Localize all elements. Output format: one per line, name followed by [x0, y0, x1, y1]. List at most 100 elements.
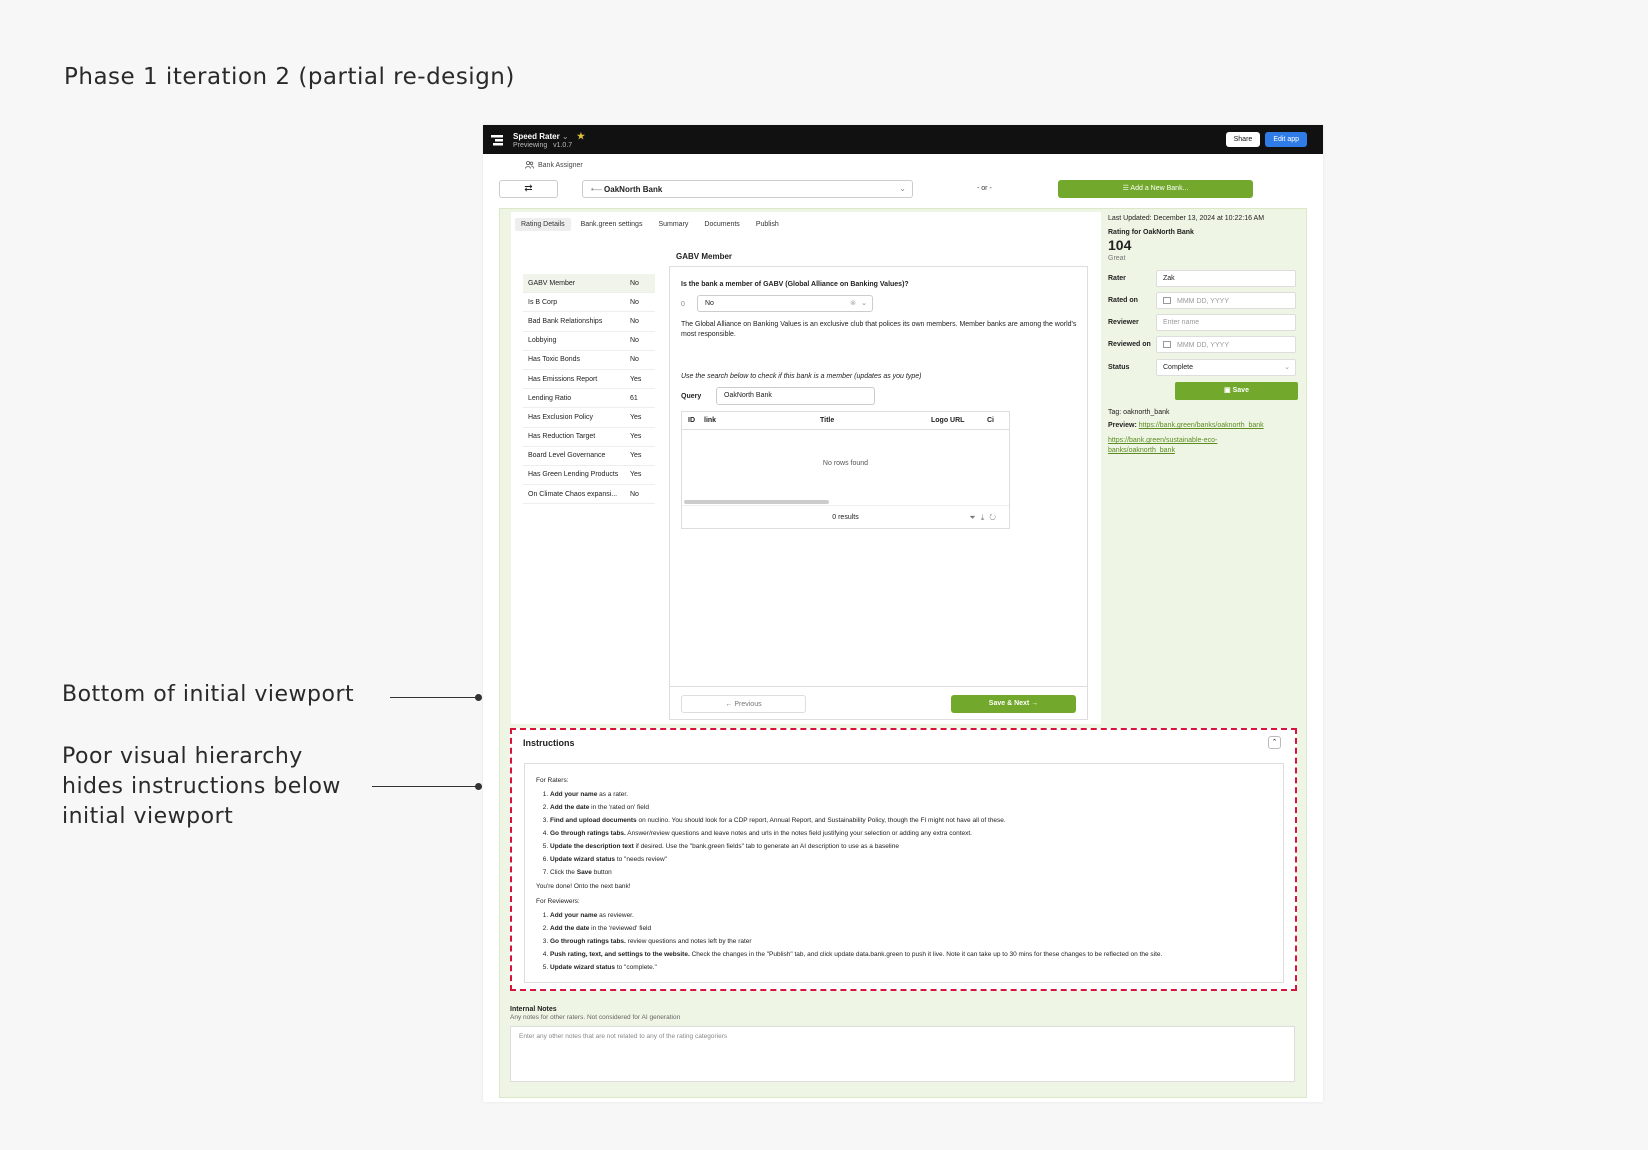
question-item[interactable]: Has Green Lending Products Yes: [523, 466, 655, 486]
question-item[interactable]: Has Toxic Bonds No: [523, 351, 655, 370]
question-item[interactable]: Lending Ratio 61: [523, 389, 655, 409]
chevron-down-icon: ⌄: [861, 300, 867, 307]
internal-notes-section: Internal Notes Any notes for other rater…: [510, 1006, 1297, 1082]
list-item: Update wizard status to "needs review": [550, 853, 1272, 866]
star-icon[interactable]: ★: [577, 131, 585, 141]
raters-steps: Add your name as a rater. Add the date i…: [536, 788, 1272, 879]
question-item[interactable]: On Climate Chaos expansi... No: [523, 485, 655, 505]
query-input[interactable]: OakNorth Bank: [716, 387, 875, 405]
question-item[interactable]: Has Emissions Report Yes: [523, 370, 655, 390]
card-title: GABV Member: [676, 252, 733, 261]
gabv-results-table: ID link Title Logo URL Ci No rows found …: [681, 411, 1010, 529]
list-item: Go through ratings tabs. review question…: [550, 935, 1272, 948]
collapse-icon[interactable]: ⌃: [1268, 736, 1281, 749]
question-item[interactable]: Board Level Governance Yes: [523, 447, 655, 466]
app-window: Speed Rater ⌄ ★ Previewing v1.0.7 Share …: [483, 125, 1323, 1102]
database-icon: ☰: [1122, 185, 1129, 192]
status-select[interactable]: Complete ⌄: [1156, 359, 1296, 376]
tab-summary[interactable]: Summary: [652, 218, 694, 231]
question-item[interactable]: Bad Bank Relationships No: [523, 312, 655, 332]
question-item[interactable]: Has Reduction Target Yes: [523, 428, 655, 447]
download-icon[interactable]: ⤓: [981, 513, 990, 522]
rating-score: 104: [1108, 237, 1132, 253]
chevron-down-icon: ⌄: [1284, 364, 1290, 371]
column-logo-url[interactable]: Logo URL: [931, 417, 964, 424]
column-id[interactable]: ID: [688, 417, 695, 424]
hierarchy-annotation-line: [372, 786, 478, 787]
app-title-block: Speed Rater ⌄ ★ Previewing v1.0.7: [513, 131, 585, 149]
wizard-area: Rating Details Bank.green settings Summa…: [499, 208, 1307, 1098]
reviewed-on-placeholder: MMM DD, YYYY: [1177, 342, 1229, 349]
swap-button[interactable]: ⇄: [499, 180, 558, 198]
rated-on-date-input[interactable]: MMM DD, YYYY: [1156, 292, 1296, 309]
horizontal-scrollbar[interactable]: [684, 500, 829, 504]
eco-bank-link[interactable]: https://bank.green/sustainable-eco-banks…: [1108, 436, 1258, 456]
question-label: GABV Member: [528, 279, 576, 287]
internal-notes-input[interactable]: Enter any other notes that are not relat…: [510, 1026, 1295, 1082]
list-item: Add your name as a rater.: [550, 788, 1272, 801]
save-icon: ▣: [1224, 387, 1231, 394]
question-label: Lobbying: [528, 337, 557, 345]
question-value: Yes: [630, 375, 642, 383]
list-item: Find and upload documents on nuclino. Yo…: [550, 814, 1272, 827]
question-value: No: [630, 298, 639, 306]
question-item[interactable]: Is B Corp No: [523, 293, 655, 313]
list-item: Click the Save button: [550, 866, 1272, 879]
arrow-right-icon: →: [1031, 700, 1039, 707]
done-text: You're done! Onto the next bank!: [536, 883, 631, 890]
answer-select[interactable]: No ⊗ ⌄: [697, 295, 873, 312]
reviewed-on-date-input[interactable]: MMM DD, YYYY: [1156, 336, 1296, 353]
question-label: Lending Ratio: [528, 394, 572, 402]
bank-select[interactable]: •— OakNorth Bank ⌄: [582, 180, 913, 198]
bank-assigner-tab[interactable]: Bank Assigner: [525, 161, 583, 169]
instructions-title: Instructions: [523, 738, 575, 748]
question-label: Has Exclusion Policy: [528, 413, 593, 421]
version-label: v1.0.7: [553, 141, 573, 149]
tab-documents[interactable]: Documents: [698, 218, 745, 231]
question-text: Is the bank a member of GABV (Global All…: [681, 281, 909, 288]
edit-app-button[interactable]: Edit app: [1265, 132, 1307, 147]
question-value: No: [630, 317, 639, 325]
question-item[interactable]: GABV Member No: [523, 274, 655, 294]
question-value: 61: [630, 394, 638, 402]
tab-bank-green-settings[interactable]: Bank.green settings: [575, 218, 649, 231]
save-button[interactable]: ▣ Save: [1175, 382, 1298, 400]
filter-icon[interactable]: ⏷: [969, 513, 980, 522]
reviewed-on-row: Reviewed on MMM DD, YYYY: [1108, 336, 1298, 354]
bank-logo-icon: •—: [591, 185, 602, 194]
question-item[interactable]: Has Exclusion Policy Yes: [523, 408, 655, 428]
tab-rating-details[interactable]: Rating Details: [515, 218, 571, 231]
clear-icon[interactable]: ⊗: [850, 299, 856, 307]
question-label: Is B Corp: [528, 298, 558, 306]
reviewer-input[interactable]: Enter name: [1156, 314, 1296, 331]
rater-input[interactable]: Zak: [1156, 270, 1296, 287]
rating-grade: Great: [1108, 255, 1126, 262]
refresh-icon[interactable]: ↻: [989, 513, 1001, 522]
add-bank-button[interactable]: ☰ Add a New Bank...: [1058, 180, 1253, 198]
question-label: On Climate Chaos expansi...: [528, 490, 618, 498]
tab-publish[interactable]: Publish: [750, 218, 785, 231]
chevron-down-icon[interactable]: ⌄: [562, 132, 569, 141]
rated-on-row: Rated on MMM DD, YYYY: [1108, 292, 1298, 310]
question-item[interactable]: Lobbying No: [523, 332, 655, 351]
status-value: Complete: [1163, 364, 1193, 371]
column-title[interactable]: Title: [820, 417, 834, 424]
bank-tag: Tag: oaknorth_bank: [1108, 409, 1170, 416]
list-item: Push rating, text, and settings to the w…: [550, 948, 1272, 961]
viewport-annotation-dot: [475, 694, 482, 701]
save-next-button[interactable]: Save & Next →: [951, 695, 1076, 713]
preview-link[interactable]: https://bank.green/banks/oaknorth_bank: [1139, 422, 1264, 429]
app-topbar: Speed Rater ⌄ ★ Previewing v1.0.7 Share …: [483, 125, 1323, 154]
column-ci[interactable]: Ci: [987, 417, 994, 424]
rater-label: Rater: [1108, 275, 1126, 282]
results-count: 0 results: [832, 514, 859, 521]
answer-value: No: [705, 300, 714, 307]
status-row: Status Complete ⌄: [1108, 359, 1298, 377]
question-card: Is the bank a member of GABV (Global All…: [669, 266, 1088, 720]
previous-button[interactable]: ← Previous: [681, 695, 806, 713]
add-bank-label: Add a New Bank...: [1130, 185, 1189, 192]
last-updated: Last Updated: December 13, 2024 at 10:22…: [1108, 215, 1265, 222]
share-button[interactable]: Share: [1225, 132, 1261, 147]
question-value: No: [630, 337, 639, 345]
column-link[interactable]: link: [704, 417, 716, 424]
